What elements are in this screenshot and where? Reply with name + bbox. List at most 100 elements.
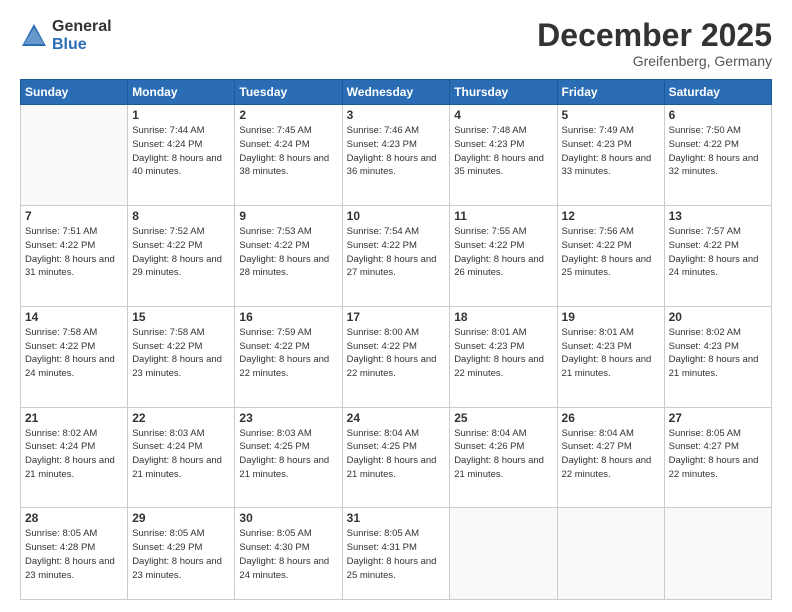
day-number: 20 (669, 310, 767, 324)
day-info: Sunrise: 8:05 AM Sunset: 4:30 PM Dayligh… (239, 527, 337, 582)
day-number: 23 (239, 411, 337, 425)
day-number: 28 (25, 511, 123, 525)
header-wednesday: Wednesday (342, 80, 450, 105)
day-cell-w1-d4: 3 Sunrise: 7:46 AM Sunset: 4:23 PM Daylig… (342, 105, 450, 206)
day-cell-w1-d7: 6 Sunrise: 7:50 AM Sunset: 4:22 PM Daylig… (664, 105, 771, 206)
day-info: Sunrise: 8:01 AM Sunset: 4:23 PM Dayligh… (562, 326, 660, 381)
day-info: Sunrise: 7:46 AM Sunset: 4:23 PM Dayligh… (347, 124, 446, 179)
day-info: Sunrise: 8:03 AM Sunset: 4:24 PM Dayligh… (132, 427, 230, 482)
logo-icon (20, 22, 48, 50)
day-cell-w3-d3: 16Sunrise: 7:59 AM Sunset: 4:22 PM Dayli… (235, 306, 342, 407)
location: Greifenberg, Germany (537, 53, 772, 69)
logo-blue-text: Blue (52, 36, 112, 54)
day-info: Sunrise: 7:51 AM Sunset: 4:22 PM Dayligh… (25, 225, 123, 280)
day-cell-w1-d1 (21, 105, 128, 206)
day-cell-w3-d5: 18 Sunrise: 8:01 AM Sunset: 4:23 PM Dayli… (450, 306, 557, 407)
title-block: December 2025 Greifenberg, Germany (537, 18, 772, 69)
header-saturday: Saturday (664, 80, 771, 105)
day-cell-w3-d7: 20Sunrise: 8:02 AM Sunset: 4:23 PM Dayli… (664, 306, 771, 407)
day-cell-w4-d3: 23 Sunrise: 8:03 AM Sunset: 4:25 PM Dayli… (235, 407, 342, 508)
week-row-5: 28 Sunrise: 8:05 AM Sunset: 4:28 PM Dayli… (21, 508, 772, 600)
calendar-table: Sunday Monday Tuesday Wednesday Thursday… (20, 79, 772, 600)
day-info: Sunrise: 7:59 AM Sunset: 4:22 PM Dayligh… (239, 326, 337, 381)
day-info: Sunrise: 7:44 AM Sunset: 4:24 PM Dayligh… (132, 124, 230, 179)
day-info: Sunrise: 8:01 AM Sunset: 4:23 PM Dayligh… (454, 326, 552, 381)
day-info: Sunrise: 8:05 AM Sunset: 4:31 PM Dayligh… (347, 527, 446, 582)
day-number: 1 (132, 108, 230, 122)
day-cell-w3-d2: 15Sunrise: 7:58 AM Sunset: 4:22 PM Dayli… (128, 306, 235, 407)
day-number: 22 (132, 411, 230, 425)
day-number: 18 (454, 310, 552, 324)
day-cell-w1-d2: 1 Sunrise: 7:44 AM Sunset: 4:24 PM Daylig… (128, 105, 235, 206)
day-info: Sunrise: 7:53 AM Sunset: 4:22 PM Dayligh… (239, 225, 337, 280)
day-info: Sunrise: 8:03 AM Sunset: 4:25 PM Dayligh… (239, 427, 337, 482)
day-info: Sunrise: 7:49 AM Sunset: 4:23 PM Dayligh… (562, 124, 660, 179)
day-cell-w3-d1: 14 Sunrise: 7:58 AM Sunset: 4:22 PM Dayli… (21, 306, 128, 407)
day-number: 19 (562, 310, 660, 324)
day-info: Sunrise: 8:00 AM Sunset: 4:22 PM Dayligh… (347, 326, 446, 381)
header-thursday: Thursday (450, 80, 557, 105)
day-number: 2 (239, 108, 337, 122)
day-cell-w2-d7: 13 Sunrise: 7:57 AM Sunset: 4:22 PM Dayli… (664, 205, 771, 306)
day-number: 12 (562, 209, 660, 223)
day-cell-w4-d6: 26 Sunrise: 8:04 AM Sunset: 4:27 PM Dayli… (557, 407, 664, 508)
day-cell-w2-d1: 7 Sunrise: 7:51 AM Sunset: 4:22 PM Daylig… (21, 205, 128, 306)
header-monday: Monday (128, 80, 235, 105)
day-number: 11 (454, 209, 552, 223)
month-title: December 2025 (537, 18, 772, 53)
day-cell-w2-d5: 11 Sunrise: 7:55 AM Sunset: 4:22 PM Dayli… (450, 205, 557, 306)
logo-text: General Blue (52, 18, 112, 53)
logo: General Blue (20, 18, 112, 53)
day-cell-w1-d6: 5Sunrise: 7:49 AM Sunset: 4:23 PM Daylig… (557, 105, 664, 206)
day-number: 9 (239, 209, 337, 223)
day-info: Sunrise: 8:02 AM Sunset: 4:24 PM Dayligh… (25, 427, 123, 482)
day-info: Sunrise: 7:58 AM Sunset: 4:22 PM Dayligh… (25, 326, 123, 381)
day-cell-w5-d2: 29 Sunrise: 8:05 AM Sunset: 4:29 PM Dayli… (128, 508, 235, 600)
day-info: Sunrise: 8:04 AM Sunset: 4:25 PM Dayligh… (347, 427, 446, 482)
day-info: Sunrise: 7:55 AM Sunset: 4:22 PM Dayligh… (454, 225, 552, 280)
day-number: 3 (347, 108, 446, 122)
day-cell-w2-d3: 9 Sunrise: 7:53 AM Sunset: 4:22 PM Daylig… (235, 205, 342, 306)
header: General Blue December 2025 Greifenberg, … (20, 18, 772, 69)
day-info: Sunrise: 8:04 AM Sunset: 4:27 PM Dayligh… (562, 427, 660, 482)
day-info: Sunrise: 7:45 AM Sunset: 4:24 PM Dayligh… (239, 124, 337, 179)
day-number: 6 (669, 108, 767, 122)
header-tuesday: Tuesday (235, 80, 342, 105)
day-cell-w5-d3: 30 Sunrise: 8:05 AM Sunset: 4:30 PM Dayli… (235, 508, 342, 600)
day-cell-w5-d7 (664, 508, 771, 600)
day-number: 25 (454, 411, 552, 425)
day-number: 30 (239, 511, 337, 525)
day-info: Sunrise: 7:54 AM Sunset: 4:22 PM Dayligh… (347, 225, 446, 280)
day-cell-w4-d1: 21Sunrise: 8:02 AM Sunset: 4:24 PM Dayli… (21, 407, 128, 508)
day-cell-w3-d4: 17 Sunrise: 8:00 AM Sunset: 4:22 PM Dayli… (342, 306, 450, 407)
day-number: 31 (347, 511, 446, 525)
day-number: 4 (454, 108, 552, 122)
day-number: 29 (132, 511, 230, 525)
week-row-2: 7 Sunrise: 7:51 AM Sunset: 4:22 PM Daylig… (21, 205, 772, 306)
day-number: 14 (25, 310, 123, 324)
weekday-header-row: Sunday Monday Tuesday Wednesday Thursday… (21, 80, 772, 105)
day-number: 7 (25, 209, 123, 223)
day-number: 17 (347, 310, 446, 324)
day-number: 13 (669, 209, 767, 223)
day-info: Sunrise: 8:05 AM Sunset: 4:29 PM Dayligh… (132, 527, 230, 582)
day-number: 10 (347, 209, 446, 223)
day-cell-w5-d5 (450, 508, 557, 600)
day-number: 27 (669, 411, 767, 425)
day-cell-w2-d6: 12 Sunrise: 7:56 AM Sunset: 4:22 PM Dayli… (557, 205, 664, 306)
day-info: Sunrise: 7:50 AM Sunset: 4:22 PM Dayligh… (669, 124, 767, 179)
day-number: 26 (562, 411, 660, 425)
day-info: Sunrise: 7:57 AM Sunset: 4:22 PM Dayligh… (669, 225, 767, 280)
day-cell-w4-d4: 24Sunrise: 8:04 AM Sunset: 4:25 PM Dayli… (342, 407, 450, 508)
day-info: Sunrise: 7:52 AM Sunset: 4:22 PM Dayligh… (132, 225, 230, 280)
page: General Blue December 2025 Greifenberg, … (0, 0, 792, 612)
day-cell-w5-d1: 28 Sunrise: 8:05 AM Sunset: 4:28 PM Dayli… (21, 508, 128, 600)
day-info: Sunrise: 7:56 AM Sunset: 4:22 PM Dayligh… (562, 225, 660, 280)
day-info: Sunrise: 7:58 AM Sunset: 4:22 PM Dayligh… (132, 326, 230, 381)
day-info: Sunrise: 8:05 AM Sunset: 4:28 PM Dayligh… (25, 527, 123, 582)
day-info: Sunrise: 8:05 AM Sunset: 4:27 PM Dayligh… (669, 427, 767, 482)
day-cell-w1-d5: 4Sunrise: 7:48 AM Sunset: 4:23 PM Daylig… (450, 105, 557, 206)
day-cell-w5-d4: 31 Sunrise: 8:05 AM Sunset: 4:31 PM Dayli… (342, 508, 450, 600)
day-cell-w4-d2: 22 Sunrise: 8:03 AM Sunset: 4:24 PM Dayli… (128, 407, 235, 508)
day-cell-w4-d5: 25Sunrise: 8:04 AM Sunset: 4:26 PM Dayli… (450, 407, 557, 508)
